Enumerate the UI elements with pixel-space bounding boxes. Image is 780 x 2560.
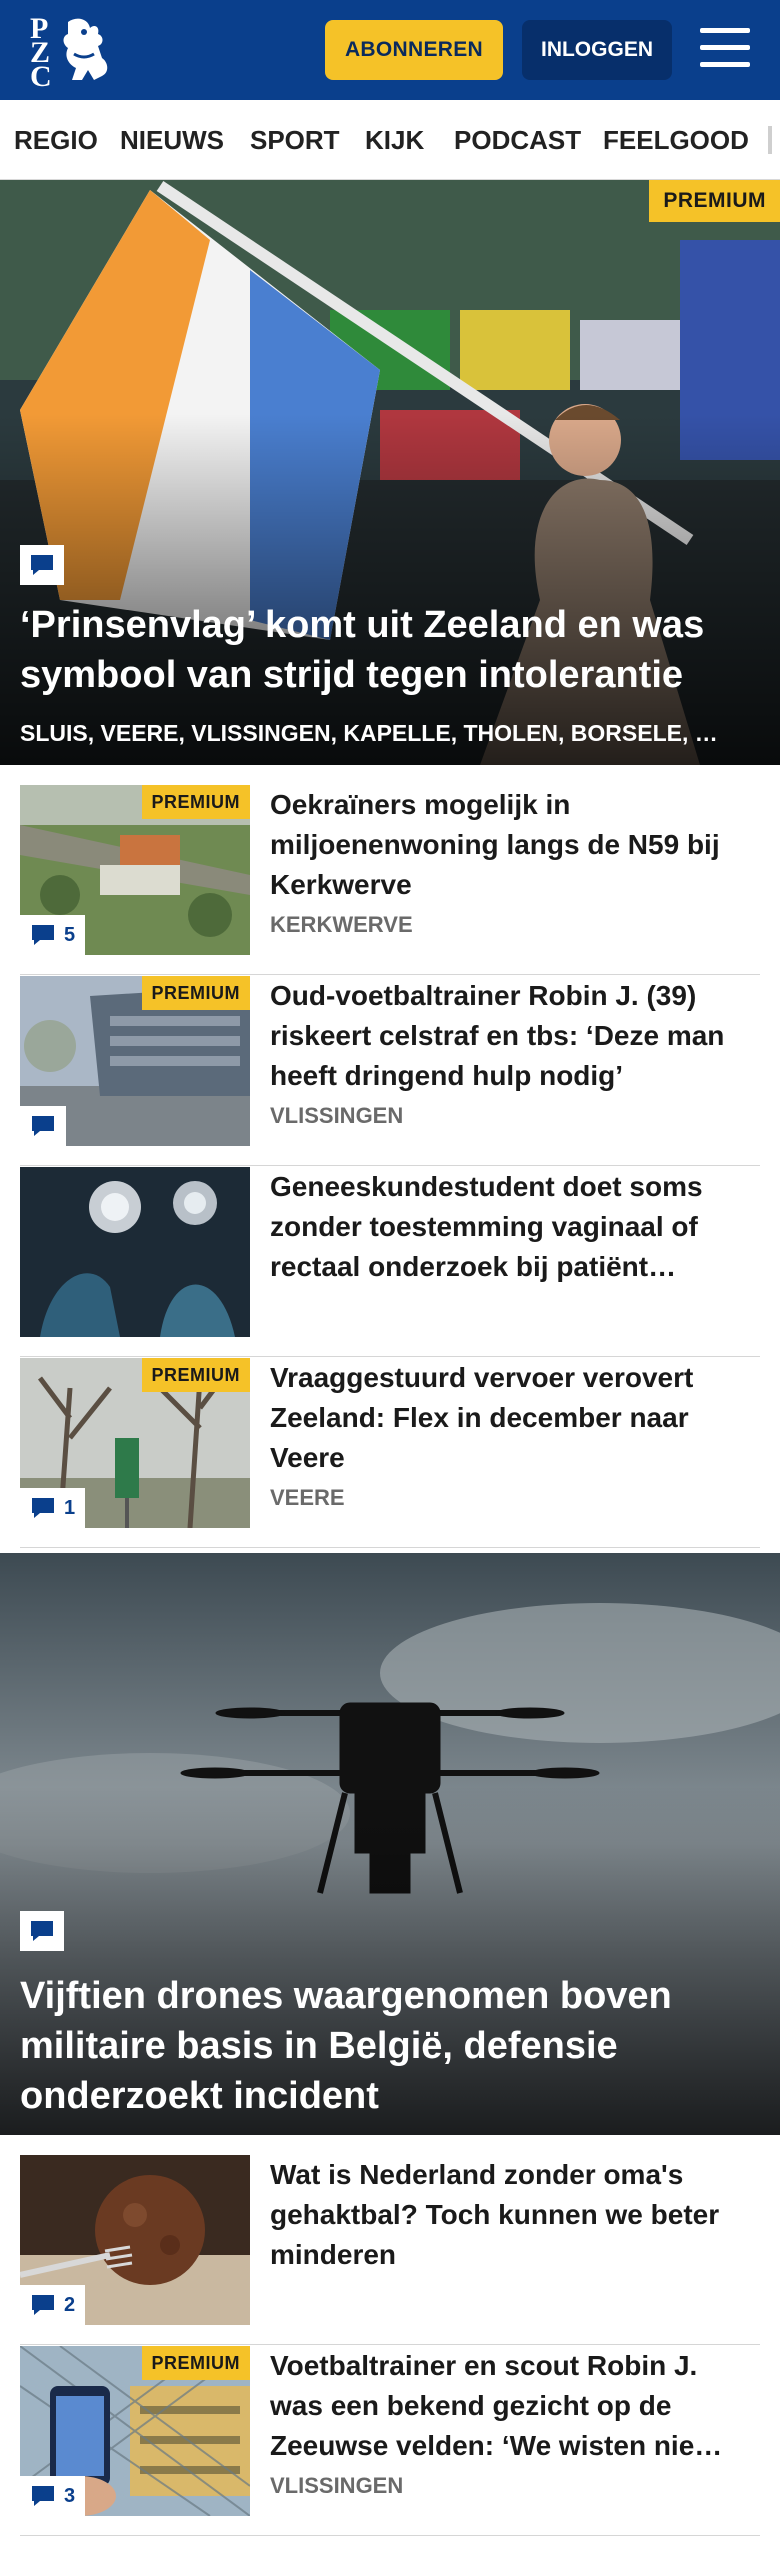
- list-item[interactable]: 2 Wat is Nederland zonder oma's gehaktba…: [20, 2155, 760, 2345]
- hamburger-icon[interactable]: [700, 26, 752, 70]
- comment-icon: [32, 925, 54, 945]
- nav-item-nieuws[interactable]: NIEUWS: [120, 100, 224, 179]
- site-header: P Z C ABONNEREN INLOGGEN: [0, 0, 780, 100]
- thumb-operating-room: [20, 1167, 250, 1337]
- article-location: VLISSINGEN: [270, 2473, 404, 2498]
- premium-badge: PREMIUM: [141, 785, 250, 819]
- comment-icon: [32, 2295, 54, 2315]
- thumb-bus-stop: PREMIUM 1: [20, 1358, 250, 1528]
- comment-icon: [32, 1498, 54, 1518]
- article-title[interactable]: Oekraïners mogelijk in miljoenenwoning l…: [270, 785, 750, 905]
- article-title[interactable]: Wat is Nederland zonder oma's gehaktbal?…: [270, 2155, 750, 2275]
- nav-item-podcast[interactable]: PODCAST: [454, 100, 581, 179]
- nav-item-sport[interactable]: SPORT: [250, 100, 340, 179]
- hero-tags: SLUIS, VEERE, VLISSINGEN, KAPELLE, THOLE…: [20, 720, 718, 746]
- list-item[interactable]: PREMIUM 1 Vraaggestuurd vervoer verovert…: [20, 1358, 760, 1548]
- premium-badge: PREMIUM: [141, 976, 250, 1010]
- article-title[interactable]: Voetbaltrainer en scout Robin J. was een…: [270, 2346, 750, 2466]
- hero-title[interactable]: Vijftien drones waargenomen boven milita…: [20, 1971, 760, 2121]
- lion-emblem-icon: [63, 18, 108, 80]
- comment-count: 2: [20, 2285, 86, 2325]
- pzc-logo[interactable]: P Z C: [28, 12, 114, 92]
- logo-letter-c: C: [30, 60, 52, 93]
- premium-badge: PREMIUM: [649, 180, 780, 222]
- article-title[interactable]: Vraaggestuurd vervoer verovert Zeeland: …: [270, 1358, 750, 1478]
- section-nav: REGIO NIEUWS SPORT KIJK PODCAST FEELGOOD: [0, 100, 780, 180]
- hero-gradient: [0, 414, 780, 765]
- thumb-courthouse: PREMIUM: [20, 976, 250, 1146]
- hero-title[interactable]: ‘Prinsenvlag’ komt uit Zeeland en was sy…: [20, 600, 760, 700]
- comment-count: [20, 1106, 66, 1146]
- list-item[interactable]: PREMIUM 3 Voetbaltrainer en scout Robin …: [20, 2346, 760, 2536]
- list-item[interactable]: Geneeskundestudent doet soms zonder toes…: [20, 1167, 760, 1357]
- comment-count: 1: [20, 1488, 86, 1528]
- hero-article-prinsenvlag[interactable]: PREMIUM ‘Prinsenvlag’ komt uit Zeeland e…: [0, 180, 780, 765]
- nav-item-kijk[interactable]: KIJK: [365, 100, 424, 179]
- article-location: KERKWERVE: [270, 912, 413, 937]
- premium-badge: PREMIUM: [141, 1358, 250, 1392]
- nav-item-feelgood[interactable]: FEELGOOD: [603, 100, 749, 179]
- login-button[interactable]: INLOGGEN: [522, 20, 672, 80]
- premium-badge: PREMIUM: [141, 2346, 250, 2380]
- list-item[interactable]: PREMIUM Oud-voetbaltrainer Robin J. (39)…: [20, 976, 760, 1166]
- thumb-villa: PREMIUM 5: [20, 785, 250, 955]
- article-location: VLISSINGEN: [270, 1103, 404, 1128]
- nav-item-regio[interactable]: REGIO: [14, 100, 98, 179]
- article-title[interactable]: Oud-voetbaltrainer Robin J. (39) riskeer…: [270, 976, 750, 1096]
- comment-icon: [32, 1116, 54, 1136]
- subscribe-button[interactable]: ABONNEREN: [325, 20, 503, 80]
- comment-icon: [20, 1911, 64, 1951]
- comment-icon: [20, 545, 64, 585]
- nav-overflow-indicator: [768, 126, 772, 154]
- thumb-meatball: 2: [20, 2155, 250, 2325]
- thumb-phone-fence: PREMIUM 3: [20, 2346, 250, 2516]
- article-title[interactable]: Geneeskundestudent doet soms zonder toes…: [270, 1167, 750, 1287]
- comment-count: 3: [20, 2476, 86, 2516]
- comment-count: 5: [20, 915, 86, 955]
- list-item[interactable]: PREMIUM 5 Oekraïners mogelijk in miljoen…: [20, 785, 760, 975]
- comment-icon: [32, 2486, 54, 2506]
- article-location: VEERE: [270, 1485, 345, 1510]
- hero-article-drones[interactable]: Vijftien drones waargenomen boven milita…: [0, 1553, 780, 2135]
